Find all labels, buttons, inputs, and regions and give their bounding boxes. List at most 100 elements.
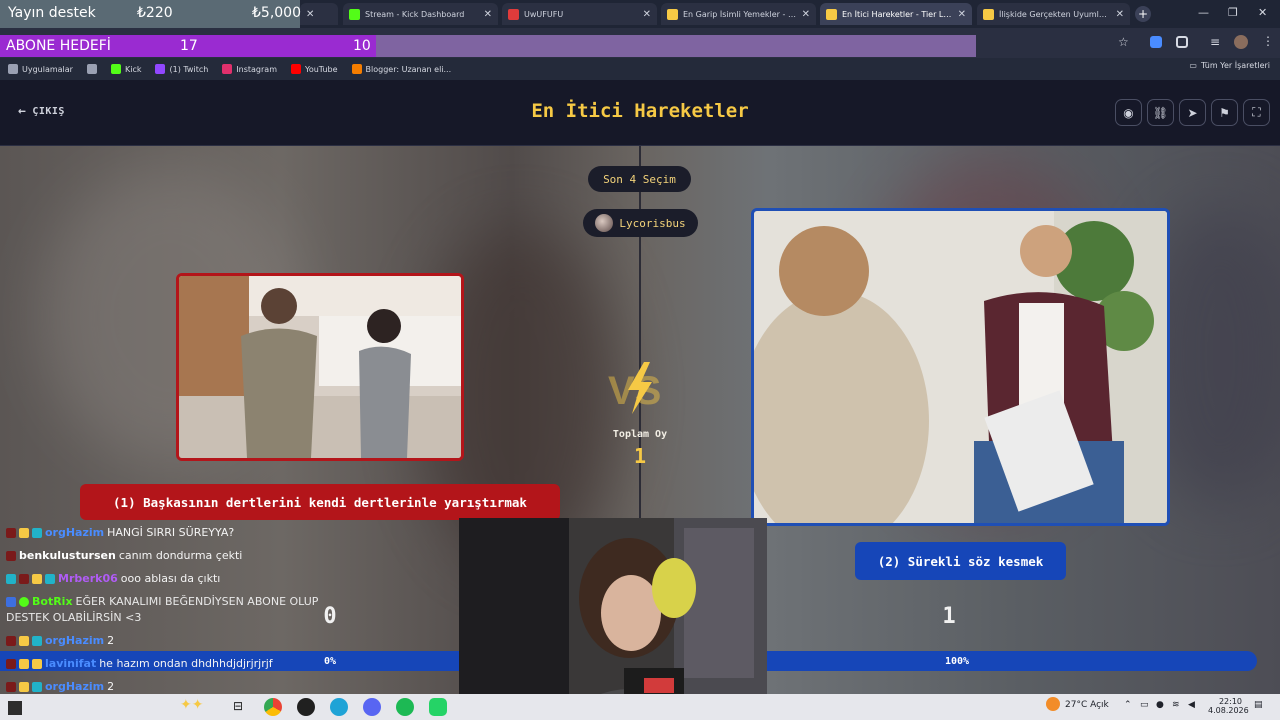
tab-kick-dashboard[interactable]: Stream - Kick Dashboard ✕ (343, 3, 498, 25)
badge-icon (32, 573, 42, 584)
chat-text: EĞER KANALIMI BEĞENDİYSEN ABONE OLUP (75, 595, 319, 608)
chat-text: 2 (107, 680, 115, 693)
whatsapp-icon[interactable] (429, 698, 447, 716)
exit-button[interactable]: ← ÇIKIŞ (18, 104, 65, 119)
wifi-icon[interactable]: ≋ (1172, 700, 1180, 710)
webcam-overlay (459, 518, 767, 720)
donation-current: ₺220 (137, 5, 173, 21)
tab-iliskide-uyumlu[interactable]: İlişkide Gerçekten Uyumlu Mu ✕ (977, 3, 1130, 25)
bookmark-kick[interactable]: Kick (110, 64, 141, 74)
bookmark-instagram[interactable]: Instagram (222, 64, 277, 74)
chat-username: benkulustursen (19, 549, 116, 562)
badge-icon (19, 635, 29, 646)
left-option-text: (1) Başkasının dertlerini kendi dertleri… (113, 494, 527, 510)
chat-message: benkulustursen canım dondurma çekti (6, 549, 242, 562)
badge-icon (19, 573, 29, 584)
tab-garip-yemekler[interactable]: En Garip İsimli Yemekler - Tier ✕ (661, 3, 816, 25)
left-percent-label: 0% (323, 655, 337, 667)
reading-list-icon[interactable]: ≡ (1210, 35, 1220, 49)
task-view-icon[interactable]: ⊟ (233, 699, 243, 713)
close-icon[interactable]: ✕ (958, 9, 966, 20)
chrome-icon[interactable] (264, 698, 282, 716)
webcam-feed (459, 518, 767, 720)
start-icon[interactable] (8, 701, 22, 715)
bookmark-twitch[interactable]: (1) Twitch (155, 64, 208, 74)
left-option-card[interactable] (176, 273, 464, 461)
badge-icon (6, 573, 16, 584)
discord-icon[interactable] (363, 698, 381, 716)
new-tab-plus-icon[interactable]: + (1135, 6, 1151, 22)
chat-text: 2 (107, 634, 115, 647)
chat-message-continued: DESTEK OLABİLİRSİN <3 (6, 611, 141, 624)
profile-avatar[interactable] (1234, 35, 1248, 49)
chat-message: orgHazim 2 (6, 634, 114, 647)
chat-username: lavinifat (45, 657, 97, 670)
close-icon[interactable]: ✕ (484, 9, 492, 20)
extensions-icon[interactable] (1176, 36, 1188, 48)
badge-icon (32, 681, 42, 692)
tab-itici-hareketler[interactable]: En İtici Hareketler - Tier List, Kı ✕ (820, 3, 972, 25)
notification-icon[interactable]: ▤ (1254, 700, 1263, 710)
right-percent-bar: 100% (767, 651, 1257, 671)
chooser-pill: Lycorisbus (583, 209, 698, 237)
report-button[interactable]: ⚑ (1211, 99, 1238, 126)
edge-icon[interactable] (330, 698, 348, 716)
window-close-icon[interactable]: ✕ (1258, 6, 1267, 19)
right-option-card[interactable] (751, 208, 1170, 526)
page-title: En İtici Hareketler (531, 100, 749, 122)
left-percent-bar: 0% (320, 651, 340, 671)
chooser-name: Lycorisbus (619, 216, 686, 230)
chat-message: lavinifat he hazım ondan dhdhhdjdjrjrjrj… (6, 657, 273, 670)
clock[interactable]: 22:10 4.08.2026 (1208, 697, 1249, 715)
close-icon[interactable]: ✕ (643, 9, 651, 20)
badge-icon (19, 681, 29, 692)
obs-icon[interactable] (297, 698, 315, 716)
mic-icon[interactable]: ● (1156, 700, 1164, 710)
chat-message: orgHazim HANGİ SIRRI SÜREYYA? (6, 526, 234, 539)
chevron-up-icon[interactable]: ⌃ (1124, 700, 1132, 710)
tab-uwufufu[interactable]: UwUFUFU ✕ (502, 3, 657, 25)
site-icon (826, 8, 837, 20)
bookmark-apps-grid[interactable] (86, 64, 97, 74)
sub-goal-track (376, 35, 976, 57)
close-icon[interactable]: ✕ (306, 9, 314, 20)
exit-label: ÇIKIŞ (32, 106, 65, 117)
right-option-label[interactable]: (2) Sürekli söz kesmek (855, 542, 1066, 580)
fullscreen-button[interactable]: ⛶ (1243, 99, 1270, 126)
clock-time: 22:10 (1218, 697, 1242, 706)
left-option-image (179, 276, 461, 458)
badge-icon (32, 658, 42, 669)
spotify-icon[interactable] (396, 698, 414, 716)
bookmark-apps[interactable]: Uygulamalar (8, 64, 73, 74)
weather-icon (1046, 697, 1060, 711)
maximize-icon[interactable]: ❐ (1228, 6, 1238, 19)
apps-icon (86, 64, 97, 74)
star-icon[interactable]: ☆ (1118, 35, 1129, 49)
view-button[interactable]: ◉ (1115, 99, 1142, 126)
tab-title: İlişkide Gerçekten Uyumlu Mu (999, 9, 1111, 19)
volume-icon[interactable]: ◀ (1188, 700, 1195, 710)
weather-text[interactable]: 27°C Açık (1065, 700, 1109, 710)
chat-username: orgHazim (45, 634, 105, 647)
badge-icon (6, 550, 16, 561)
chat-username: BotRix (32, 595, 73, 608)
network-icon[interactable]: ▭ (1140, 700, 1149, 710)
minimize-icon[interactable]: — (1198, 6, 1209, 19)
bookmark-label: Blogger: Uzanan eli... (365, 64, 452, 74)
share-button[interactable]: ➤ (1179, 99, 1206, 126)
kick-icon (110, 64, 121, 74)
recent-choices-pill[interactable]: Son 4 Seçim (588, 166, 691, 192)
left-option-label[interactable]: (1) Başkasının dertlerini kendi dertleri… (80, 484, 560, 520)
close-icon[interactable]: ✕ (802, 9, 810, 20)
translate-icon[interactable] (1150, 36, 1162, 48)
flag-icon: ⚑ (1219, 105, 1230, 120)
bookmark-youtube[interactable]: YouTube (291, 64, 338, 74)
all-bookmarks[interactable]: ▭ Tüm Yer İşaretleri (1189, 61, 1270, 70)
sparkle-widget-icon[interactable]: ✦✦ (180, 697, 220, 717)
tab-partial[interactable]: ✕ (300, 3, 338, 25)
sub-goal-target: 10 (353, 38, 371, 54)
bookmark-blogger[interactable]: Blogger: Uzanan eli... (351, 64, 452, 74)
close-icon[interactable]: ✕ (1116, 9, 1124, 20)
more-menu-icon[interactable]: ⋮ (1262, 34, 1274, 48)
copy-link-button[interactable]: ⛓ (1147, 99, 1174, 126)
